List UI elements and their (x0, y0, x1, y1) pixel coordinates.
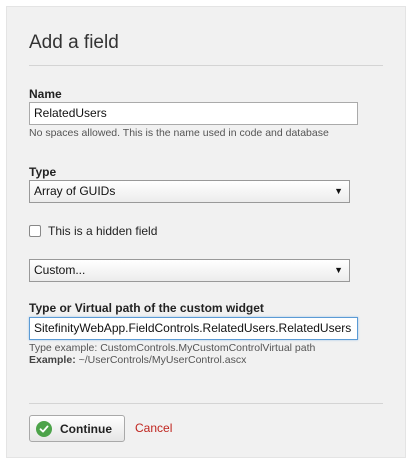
dropdown-arrow-icon: ▼ (334, 186, 343, 196)
type-select-value: Array of GUIDs (34, 184, 116, 198)
hidden-field-label: This is a hidden field (48, 224, 158, 238)
path-example-hint: Example: ~/UserControls/MyUserControl.as… (29, 354, 315, 366)
type-select[interactable]: Array of GUIDs ▼ (29, 180, 350, 203)
widget-path-label: Type or Virtual path of the custom widge… (29, 301, 264, 315)
continue-label: Continue (60, 421, 112, 436)
hidden-field-checkbox[interactable] (29, 225, 41, 237)
add-field-dialog: Add a field Name RelatedUsers No spaces … (6, 6, 406, 458)
widget-path-hint: Type example: CustomControls.MyCustomCon… (29, 342, 315, 366)
type-label: Type (29, 165, 57, 179)
widget-select-value: Custom... (34, 263, 86, 277)
dropdown-arrow-icon: ▼ (334, 265, 343, 275)
name-input[interactable]: RelatedUsers (29, 102, 358, 125)
name-label: Name (29, 87, 62, 101)
hidden-field-row[interactable]: This is a hidden field (29, 224, 157, 238)
widget-select[interactable]: Custom... ▼ (29, 259, 350, 282)
continue-button[interactable]: Continue (29, 415, 125, 442)
footer-divider (29, 403, 383, 404)
example-label: Example: (29, 354, 76, 366)
checkmark-icon (36, 420, 52, 437)
example-value: ~/UserControls/MyUserControl.ascx (75, 354, 247, 366)
title-divider (29, 65, 383, 66)
dialog-title: Add a field (29, 32, 119, 53)
widget-path-input[interactable]: SitefinityWebApp.FieldControls.RelatedUs… (29, 317, 358, 340)
cancel-link[interactable]: Cancel (135, 421, 172, 435)
name-hint: No spaces allowed. This is the name used… (29, 127, 329, 139)
type-example-hint: Type example: CustomControls.MyCustomCon… (29, 342, 316, 354)
